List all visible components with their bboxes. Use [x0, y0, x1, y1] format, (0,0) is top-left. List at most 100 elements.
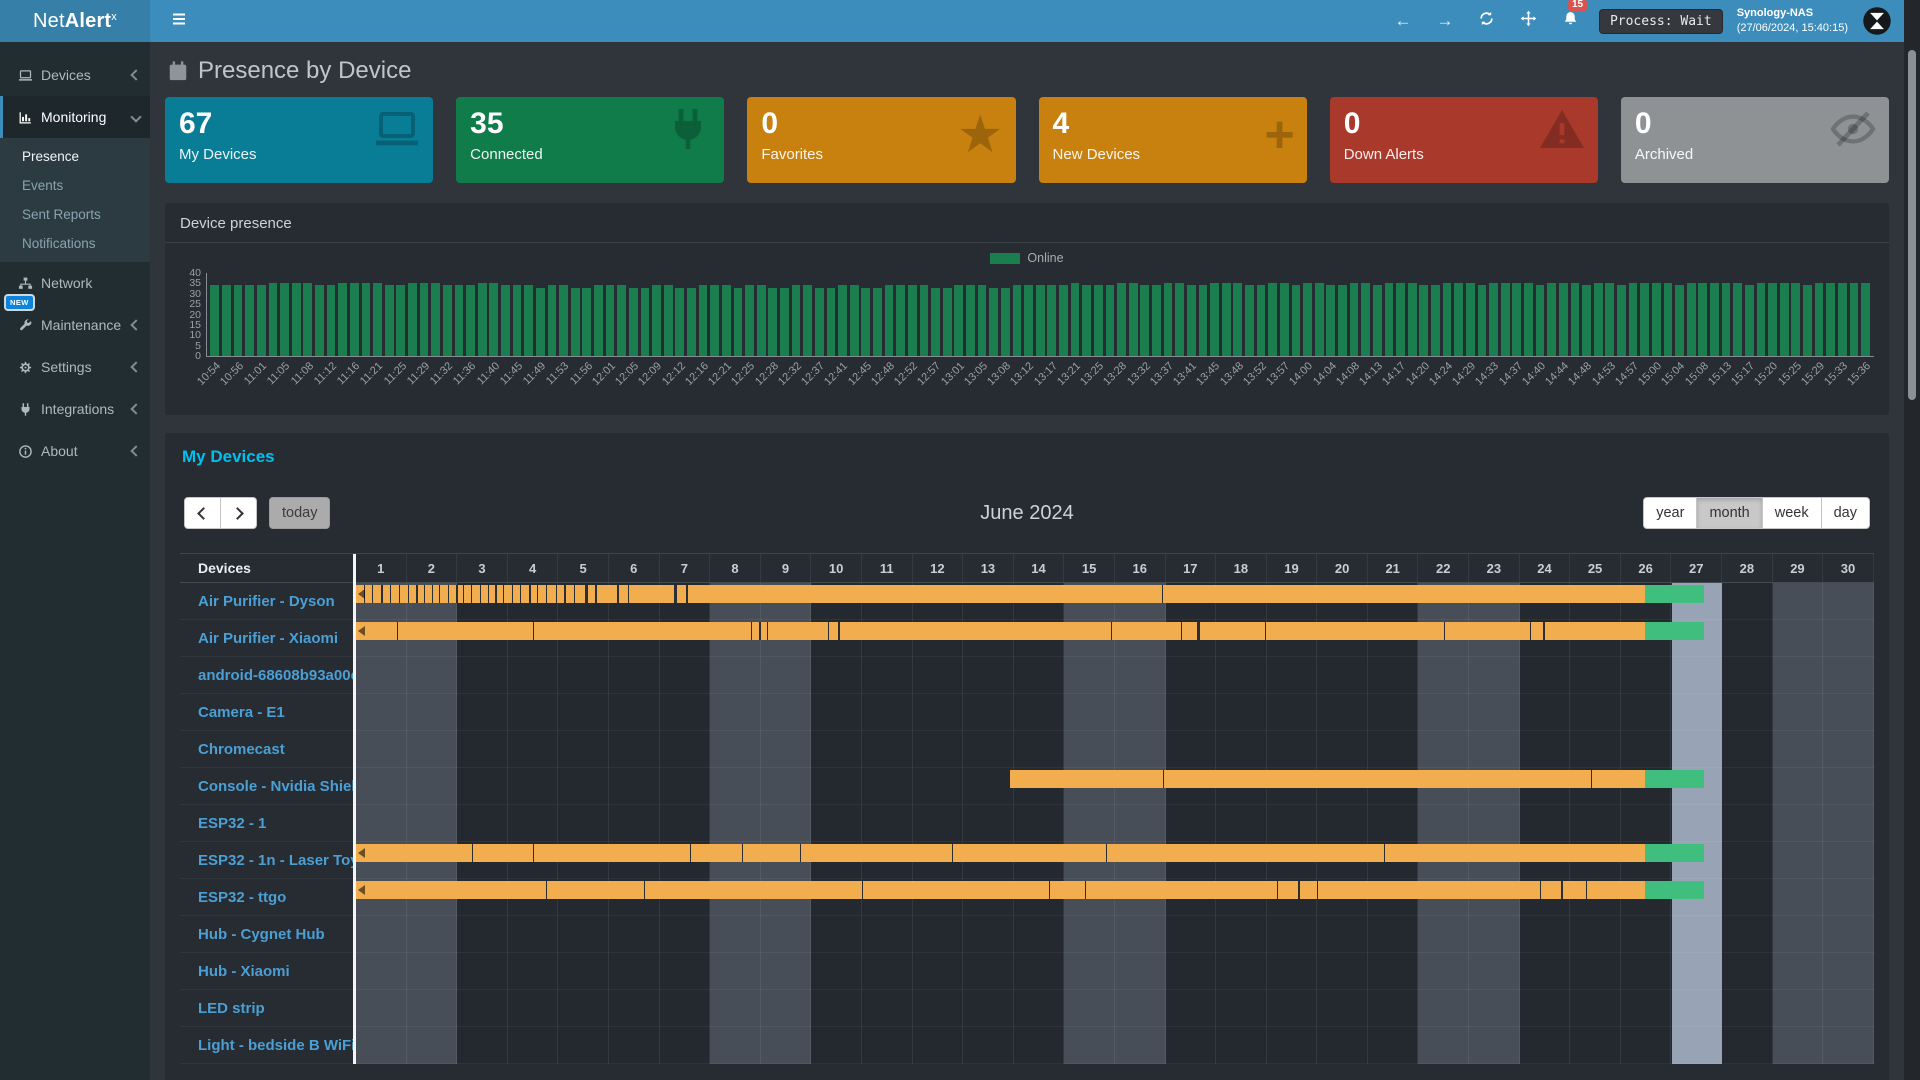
- chart-bar-slot: [1034, 273, 1046, 356]
- day-header-cell: 17: [1166, 554, 1217, 582]
- device-link-led-strip[interactable]: LED strip: [180, 990, 353, 1027]
- card-down-alerts[interactable]: 0Down Alerts: [1330, 97, 1598, 183]
- sidebar-item-about[interactable]: About: [0, 430, 150, 472]
- sidebar-item-monitoring[interactable]: Monitoring: [0, 96, 150, 138]
- online-count-bar: [1675, 285, 1684, 356]
- day-header-cell: 7: [660, 554, 711, 582]
- day-header-cell: 6: [609, 554, 660, 582]
- next-button[interactable]: [220, 497, 257, 529]
- presence-bar-online-now[interactable]: [1645, 622, 1704, 640]
- submenu-item-sent-reports[interactable]: Sent Reports: [0, 200, 150, 229]
- presence-bar-online-now[interactable]: [1645, 844, 1704, 862]
- x-axis-tick-label: 13:05: [962, 360, 990, 388]
- presence-gap: [1540, 881, 1541, 899]
- x-axis-tick-label: 14:33: [1474, 360, 1502, 388]
- refresh-button[interactable]: [1473, 7, 1501, 35]
- device-link-camera-e1[interactable]: Camera - E1: [180, 694, 353, 731]
- submenu-item-presence[interactable]: Presence: [0, 142, 150, 171]
- device-link-console-nvidia-shield-t[interactable]: Console - Nvidia Shield T: [180, 768, 353, 805]
- forward-button[interactable]: →: [1431, 7, 1459, 35]
- card-value: 4: [1053, 107, 1293, 140]
- online-count-bar: [1187, 285, 1196, 356]
- chevron-left-icon: [130, 69, 141, 80]
- sidebar-item-label: Monitoring: [41, 109, 132, 125]
- year-view-button[interactable]: year: [1643, 497, 1697, 529]
- day-view-button[interactable]: day: [1821, 497, 1870, 529]
- calendar-nav-group: today: [184, 497, 330, 529]
- presence-bar-online-past[interactable]: [356, 585, 1645, 603]
- sidebar-toggle-button[interactable]: [165, 7, 193, 35]
- sidebar-item-devices[interactable]: Devices: [0, 54, 150, 96]
- submenu-item-notifications[interactable]: Notifications: [0, 229, 150, 258]
- card-favorites[interactable]: 0Favorites★: [747, 97, 1015, 183]
- presence-gap: [533, 844, 534, 862]
- presence-bar-online-now[interactable]: [1645, 881, 1704, 899]
- day-header-cell: 21: [1368, 554, 1419, 582]
- presence-bar-online-past[interactable]: [356, 844, 1645, 862]
- card-new-devices[interactable]: 4New Devices+: [1039, 97, 1307, 183]
- online-count-bar: [1524, 283, 1533, 356]
- card-archived[interactable]: 0Archived: [1621, 97, 1889, 183]
- chart-bar-slot: 14:20: [1418, 273, 1430, 356]
- scrollbar-thumb[interactable]: [1908, 50, 1916, 400]
- online-count-bar: [617, 285, 626, 356]
- presence-bar-online-now[interactable]: [1645, 770, 1704, 788]
- chart-bar-slot: 14:33: [1488, 273, 1500, 356]
- week-view-button[interactable]: week: [1762, 497, 1822, 529]
- presence-bar-online-now[interactable]: [1645, 585, 1704, 603]
- chart-bar-slot: [476, 273, 488, 356]
- chart-bar-slot: [1430, 273, 1442, 356]
- x-axis-tick-label: 13:45: [1195, 360, 1223, 388]
- device-link-air-purifier-dyson[interactable]: Air Purifier - Dyson: [180, 583, 353, 620]
- device-link-esp32-1n-laser-toy[interactable]: ESP32 - 1n - Laser Toy: [180, 842, 353, 879]
- online-count-bar: [1733, 283, 1742, 356]
- x-axis-tick-label: 12:05: [613, 360, 641, 388]
- move-button[interactable]: [1515, 7, 1543, 35]
- device-link-hub-xiaomi[interactable]: Hub - Xiaomi: [180, 953, 353, 990]
- chart-bar-slot: [825, 273, 837, 356]
- chart-bar-slot: 11:29: [418, 273, 430, 356]
- device-link-esp32-ttgo[interactable]: ESP32 - ttgo: [180, 879, 353, 916]
- presence-gap: [585, 585, 588, 603]
- today-button[interactable]: today: [269, 497, 330, 529]
- online-count-bar: [606, 285, 615, 356]
- x-axis-tick-label: 13:48: [1218, 360, 1246, 388]
- chart-bar-slot: [221, 273, 233, 356]
- app-logo[interactable]: NetAlertx: [0, 0, 150, 42]
- device-link-esp32-1[interactable]: ESP32 - 1: [180, 805, 353, 842]
- forward-arrow-icon: →: [1436, 11, 1453, 31]
- chart-bar-slot: [1127, 273, 1139, 356]
- card-connected[interactable]: 35Connected: [456, 97, 724, 183]
- online-count-bar: [1082, 285, 1091, 356]
- star-icon: ★: [957, 105, 1004, 165]
- notifications-button[interactable]: 15: [1557, 7, 1585, 35]
- y-axis-tick-label: 0: [195, 350, 201, 362]
- sidebar-item-integrations[interactable]: Integrations: [0, 388, 150, 430]
- presence-bar-online-past[interactable]: [356, 622, 1645, 640]
- x-axis-tick-label: 14:57: [1613, 360, 1641, 388]
- sidebar-item-settings[interactable]: Settings: [0, 346, 150, 388]
- month-view-button[interactable]: month: [1696, 497, 1762, 529]
- submenu-item-events[interactable]: Events: [0, 171, 150, 200]
- online-count-bar: [1605, 283, 1614, 356]
- device-link-chromecast[interactable]: Chromecast: [180, 731, 353, 768]
- device-link-air-purifier-xiaomi[interactable]: Air Purifier - Xiaomi: [180, 620, 353, 657]
- online-count-bar: [1117, 283, 1126, 356]
- x-axis-tick-label: 11:56: [567, 360, 594, 387]
- legend-swatch-online: [990, 253, 1020, 264]
- device-link-light-bedside-b-wifi[interactable]: Light - bedside B WiFi: [180, 1027, 353, 1064]
- presence-bar-online-past[interactable]: [356, 881, 1645, 899]
- back-button[interactable]: ←: [1389, 7, 1417, 35]
- prev-button[interactable]: [184, 497, 221, 529]
- online-count-bar: [1373, 285, 1382, 356]
- device-link-android-68608b93a00e4[interactable]: android-68608b93a00e4: [180, 657, 353, 694]
- card-my-devices[interactable]: 67My Devices: [165, 97, 433, 183]
- presence-bar-online-past[interactable]: [1010, 770, 1645, 788]
- chart-bar-slot: [639, 273, 651, 356]
- online-count-bar: [1326, 285, 1335, 356]
- sidebar: Devices Monitoring PresenceEventsSent Repo…: [0, 42, 150, 1080]
- online-count-bar: [1745, 285, 1754, 356]
- user-avatar[interactable]: [1862, 6, 1892, 36]
- device-link-hub-cygnet-hub[interactable]: Hub - Cygnet Hub: [180, 916, 353, 953]
- calendar-view-switcher: yearmonthweekday: [1643, 497, 1870, 529]
